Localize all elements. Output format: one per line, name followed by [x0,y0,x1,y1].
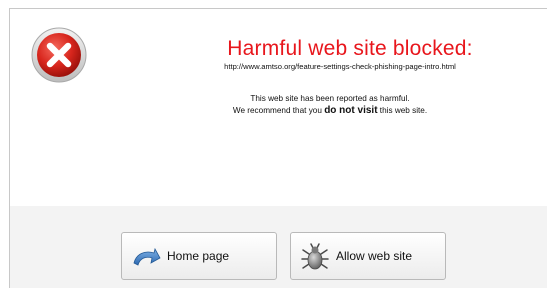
blocked-url: http://www.amtso.org/feature-settings-ch… [224,62,456,71]
home-page-button[interactable]: Home page [121,232,277,280]
button-footer [10,206,547,288]
home-arrow-icon [133,247,161,266]
message-emphasis: do not visit [324,105,378,116]
message-line-2: We recommend that you do not visit this … [100,105,547,117]
bug-icon [301,243,329,270]
page-title: Harmful web site blocked: [227,37,473,60]
message-line-1: This web site has been reported as harmf… [250,94,410,103]
error-x-icon [31,27,87,83]
warning-message: This web site has been reported as harmf… [100,93,547,117]
message-prefix: We recommend that you [232,106,325,115]
message-suffix: this web site. [377,106,428,115]
home-page-label: Home page [167,249,230,263]
allow-web-site-label: Allow web site [336,249,413,263]
allow-web-site-button[interactable]: Allow web site [290,232,446,280]
